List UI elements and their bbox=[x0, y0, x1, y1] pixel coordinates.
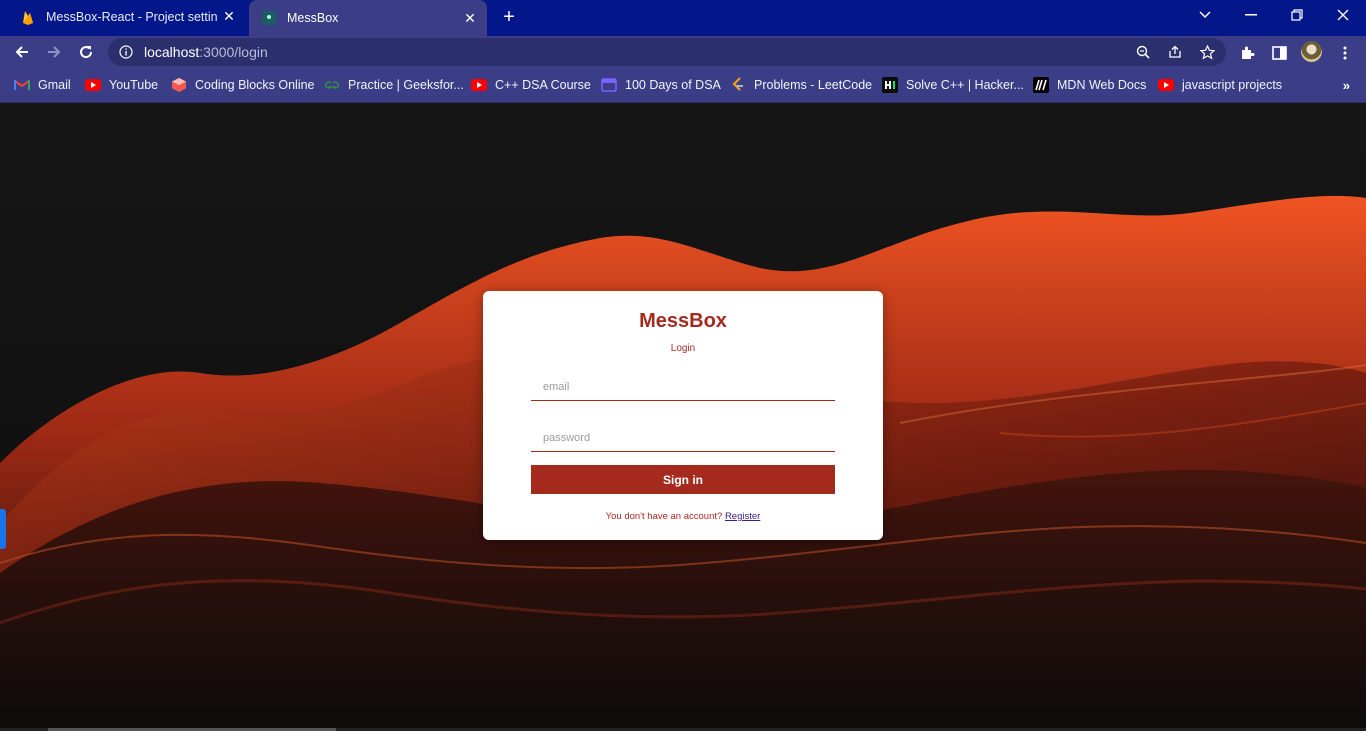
login-subtitle: Login bbox=[670, 343, 696, 354]
extensions-icon[interactable] bbox=[1238, 44, 1256, 62]
restore-icon[interactable] bbox=[1274, 0, 1320, 30]
zoom-icon[interactable] bbox=[1135, 44, 1151, 60]
side-widget-tab[interactable] bbox=[0, 509, 6, 549]
tab-title: MessBox bbox=[287, 11, 339, 25]
back-icon[interactable] bbox=[10, 40, 34, 64]
tab-strip: MessBox-React - Project settings ✕ MessB… bbox=[0, 0, 1366, 36]
bookmark-100-days-dsa[interactable]: 100 Days of DSA bbox=[601, 75, 721, 95]
bookmark-javascript-projects[interactable]: javascript projects bbox=[1158, 75, 1282, 95]
firebase-flame-icon bbox=[20, 9, 36, 25]
gmail-icon bbox=[14, 77, 30, 93]
bookmark-hackerrank[interactable]: Solve C++ | Hacker... bbox=[882, 75, 1024, 95]
coding-blocks-icon bbox=[171, 77, 187, 93]
bookmark-label: Gmail bbox=[38, 78, 71, 92]
bookmark-cpp-dsa-course[interactable]: C++ DSA Course bbox=[471, 75, 591, 95]
youtube-icon bbox=[1158, 77, 1174, 93]
bookmark-gmail[interactable]: Gmail bbox=[14, 75, 71, 95]
mdn-icon bbox=[1033, 77, 1049, 93]
new-tab-button[interactable]: + bbox=[498, 5, 520, 29]
bookmark-label: Coding Blocks Online bbox=[195, 78, 315, 92]
url-path: :3000/login bbox=[199, 44, 268, 60]
bookmark-label: C++ DSA Course bbox=[495, 78, 591, 92]
bookmark-label: 100 Days of DSA bbox=[625, 78, 721, 92]
app-title: MessBox bbox=[639, 310, 727, 332]
tab-messbox[interactable]: MessBox ✕ bbox=[249, 0, 487, 36]
bookmark-label: Solve C++ | Hacker... bbox=[906, 78, 1024, 92]
close-window-icon[interactable] bbox=[1320, 0, 1366, 30]
tab-search-icon[interactable] bbox=[1182, 0, 1228, 30]
browser-toolbar: localhost:3000/login bbox=[0, 36, 1366, 68]
share-icon[interactable] bbox=[1167, 44, 1183, 60]
bookmark-label: MDN Web Docs bbox=[1057, 78, 1147, 92]
site-info-icon[interactable] bbox=[118, 44, 134, 60]
login-card: MessBox Login Sign in You don't have an … bbox=[483, 291, 883, 540]
url-host: localhost bbox=[144, 44, 200, 60]
youtube-icon bbox=[85, 77, 101, 93]
hackerrank-icon bbox=[882, 77, 898, 93]
bookmark-geeksforgeeks[interactable]: Practice | Geeksfor... bbox=[324, 75, 464, 95]
side-panel-icon[interactable] bbox=[1270, 44, 1288, 62]
url-text: localhost:3000/login bbox=[144, 44, 268, 60]
register-prompt-text: You don't have an account? bbox=[605, 511, 723, 522]
bookmark-leetcode[interactable]: Problems - LeetCode bbox=[730, 75, 872, 95]
forward-icon[interactable] bbox=[42, 40, 66, 64]
tab-title: MessBox-React - Project settings bbox=[46, 9, 218, 24]
bookmark-mdn[interactable]: MDN Web Docs bbox=[1033, 75, 1146, 95]
bookmark-coding-blocks[interactable]: Coding Blocks Online bbox=[171, 75, 315, 95]
bookmark-label: YouTube bbox=[109, 78, 159, 92]
email-field[interactable] bbox=[531, 373, 835, 401]
reload-icon[interactable] bbox=[74, 40, 98, 64]
geeksforgeeks-icon bbox=[324, 77, 340, 93]
menu-kebab-icon[interactable] bbox=[1336, 44, 1354, 62]
youtube-icon bbox=[471, 77, 487, 93]
bookmark-star-icon[interactable] bbox=[1199, 44, 1215, 60]
profile-avatar[interactable] bbox=[1301, 41, 1322, 62]
bookmark-label: javascript projects bbox=[1182, 78, 1283, 92]
tab-project-settings[interactable]: MessBox-React - Project settings ✕ bbox=[8, 0, 246, 33]
bookmarks-bar: Gmail YouTube Coding Blocks Online Pract… bbox=[0, 68, 1366, 103]
register-prompt: You don't have an account? Register bbox=[483, 511, 883, 522]
address-bar[interactable]: localhost:3000/login bbox=[108, 38, 1226, 66]
bookmarks-overflow-icon[interactable]: » bbox=[1343, 78, 1350, 93]
bookmark-label: Practice | Geeksfor... bbox=[348, 78, 464, 92]
sign-in-button[interactable]: Sign in bbox=[531, 465, 835, 494]
minimize-icon[interactable] bbox=[1228, 0, 1274, 30]
page-viewport: MessBox Login Sign in You don't have an … bbox=[0, 103, 1366, 731]
bookmark-label: Problems - LeetCode bbox=[754, 78, 873, 92]
tab-close-icon[interactable]: ✕ bbox=[459, 10, 481, 27]
app-favicon bbox=[261, 10, 277, 26]
calendar-icon bbox=[601, 77, 617, 93]
password-field[interactable] bbox=[531, 424, 835, 452]
register-link[interactable]: Register bbox=[725, 511, 760, 522]
leetcode-icon bbox=[730, 77, 746, 93]
bookmark-youtube[interactable]: YouTube bbox=[85, 75, 158, 95]
tab-close-icon[interactable]: ✕ bbox=[218, 8, 240, 25]
